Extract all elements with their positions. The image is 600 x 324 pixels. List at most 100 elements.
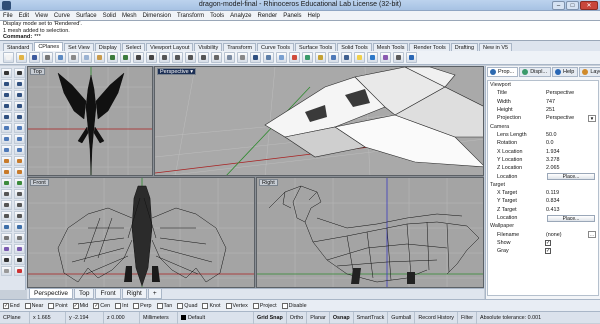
points-off-icon[interactable]: [14, 255, 25, 265]
viewport-label-right[interactable]: Right: [259, 179, 278, 186]
chamfer-icon[interactable]: [14, 156, 25, 166]
cut-icon[interactable]: [68, 52, 79, 63]
osnap-project[interactable]: Project: [252, 302, 277, 309]
osnap-int[interactable]: Int: [115, 302, 128, 309]
sphere-icon[interactable]: [1, 145, 12, 155]
add-viewport-tab-button[interactable]: +: [147, 289, 162, 299]
zoom-icon[interactable]: [159, 52, 170, 63]
tab-set-view[interactable]: Set View: [64, 43, 94, 51]
place-location-button[interactable]: Place...: [547, 173, 595, 181]
osnap-quad-checkbox[interactable]: [177, 302, 184, 309]
render-icon[interactable]: [367, 52, 378, 63]
box-icon[interactable]: [14, 134, 25, 144]
text-icon[interactable]: [14, 233, 25, 243]
boolean-diff-icon[interactable]: [14, 222, 25, 232]
menu-render[interactable]: Render: [258, 13, 278, 19]
tab-cplanes[interactable]: CPlanes: [34, 42, 64, 51]
viewport-tab-right[interactable]: Right: [121, 289, 147, 299]
select-icon[interactable]: [1, 68, 12, 78]
show-wallpaper-checkbox[interactable]: ✓: [545, 240, 551, 247]
prop-value-x-location[interactable]: 1.934: [545, 149, 598, 155]
mirror-icon[interactable]: [1, 211, 12, 221]
join-icon[interactable]: [1, 178, 12, 188]
fillet-icon[interactable]: [1, 156, 12, 166]
panel-tab-properties[interactable]: Prop...: [487, 67, 519, 77]
osnap-vertex-checkbox[interactable]: [225, 302, 232, 309]
osnap-cen-checkbox[interactable]: ✓: [93, 302, 100, 309]
array-icon[interactable]: [14, 211, 25, 221]
shaded-icon[interactable]: [263, 52, 274, 63]
osnap-disable-checkbox[interactable]: [281, 302, 288, 309]
menu-transform[interactable]: Transform: [177, 13, 204, 19]
tab-surface-tools[interactable]: Surface Tools: [295, 43, 337, 51]
osnap-point-checkbox[interactable]: [48, 302, 55, 309]
panel-tab-layers[interactable]: Layers: [579, 67, 600, 77]
osnap-toggle[interactable]: Osnap: [330, 311, 354, 324]
viewport-label-perspective[interactable]: Perspective ▾: [157, 68, 197, 75]
viewport-tab-top[interactable]: Top: [73, 289, 95, 299]
prop-value-x-target[interactable]: 0.119: [545, 190, 598, 196]
osnap-near-checkbox[interactable]: [24, 302, 31, 309]
gray-wallpaper-checkbox[interactable]: ✓: [545, 248, 551, 255]
maximize-button[interactable]: □: [566, 1, 579, 10]
prop-value-filename[interactable]: (none): [545, 232, 588, 238]
osnap-tan-checkbox[interactable]: [156, 302, 163, 309]
mesh-icon[interactable]: [14, 145, 25, 155]
redo-icon[interactable]: [120, 52, 131, 63]
minimize-button[interactable]: –: [552, 1, 565, 10]
osnap-project-checkbox[interactable]: [252, 302, 259, 309]
tab-curve-tools[interactable]: Curve Tools: [257, 43, 294, 51]
rotate-view-icon[interactable]: [146, 52, 157, 63]
help-icon[interactable]: [406, 52, 417, 63]
osnap-quad[interactable]: Quad: [177, 302, 197, 309]
record-history-toggle[interactable]: Record History: [415, 311, 459, 324]
osnap-mid[interactable]: ✓ Mid: [72, 302, 88, 309]
viewport-top[interactable]: Top: [27, 66, 153, 176]
prop-value-projection[interactable]: Perspective: [545, 115, 588, 121]
extrude-icon[interactable]: [1, 134, 12, 144]
prop-value-y-target[interactable]: 0.834: [545, 198, 598, 204]
units-indicator[interactable]: Millimeters: [140, 311, 178, 324]
tab-render-tools[interactable]: Render Tools: [409, 43, 450, 51]
polyline-icon[interactable]: [1, 79, 12, 89]
gumball-toggle[interactable]: Gumball: [388, 311, 416, 324]
osnap-vertex[interactable]: Vertex: [225, 302, 248, 309]
copy-object-icon[interactable]: [14, 189, 25, 199]
gumball-tool-icon[interactable]: [14, 266, 25, 276]
split-icon[interactable]: [14, 167, 25, 177]
osnap-perp[interactable]: Perp: [133, 302, 152, 309]
smarttrack-toggle[interactable]: SmartTrack: [354, 311, 389, 324]
grid-snap-toggle[interactable]: Grid Snap: [254, 311, 287, 324]
chevron-down-icon[interactable]: ▼: [588, 114, 596, 122]
points-on-icon[interactable]: [1, 255, 12, 265]
menu-solid[interactable]: Solid: [103, 13, 116, 19]
zoom-extents-icon[interactable]: [185, 52, 196, 63]
print-icon[interactable]: [42, 52, 53, 63]
prop-value-z-location[interactable]: 2.065: [545, 165, 598, 171]
circle-icon[interactable]: [1, 90, 12, 100]
layer-icon[interactable]: [328, 52, 339, 63]
cplane-indicator[interactable]: CPlane: [0, 311, 30, 324]
tab-select[interactable]: Select: [121, 43, 146, 51]
new-file-icon[interactable]: [3, 52, 14, 63]
planar-toggle[interactable]: Planar: [307, 311, 330, 324]
undo-view-icon[interactable]: [211, 52, 222, 63]
menu-curve[interactable]: Curve: [54, 13, 70, 19]
paste-icon[interactable]: [94, 52, 105, 63]
tab-drafting[interactable]: Drafting: [450, 43, 479, 51]
osnap-cen[interactable]: ✓ Cen: [93, 302, 110, 309]
prop-value-y-location[interactable]: 3.278: [545, 157, 598, 163]
polygon-icon[interactable]: [1, 112, 12, 122]
menu-tools[interactable]: Tools: [210, 13, 224, 19]
arc-icon[interactable]: [14, 90, 25, 100]
viewport-tab-perspective[interactable]: Perspective: [29, 289, 73, 299]
four-viewports-icon[interactable]: [224, 52, 235, 63]
analyze-icon[interactable]: [1, 244, 12, 254]
save-icon[interactable]: [29, 52, 40, 63]
prop-value-width[interactable]: 747: [545, 99, 598, 105]
tab-viewport-layout[interactable]: Viewport Layout: [146, 43, 194, 51]
panel-tab-help[interactable]: Help: [552, 67, 579, 77]
rendered-icon[interactable]: [276, 52, 287, 63]
ortho-toggle[interactable]: Ortho: [287, 311, 308, 324]
viewport-label-top[interactable]: Top: [30, 68, 45, 75]
